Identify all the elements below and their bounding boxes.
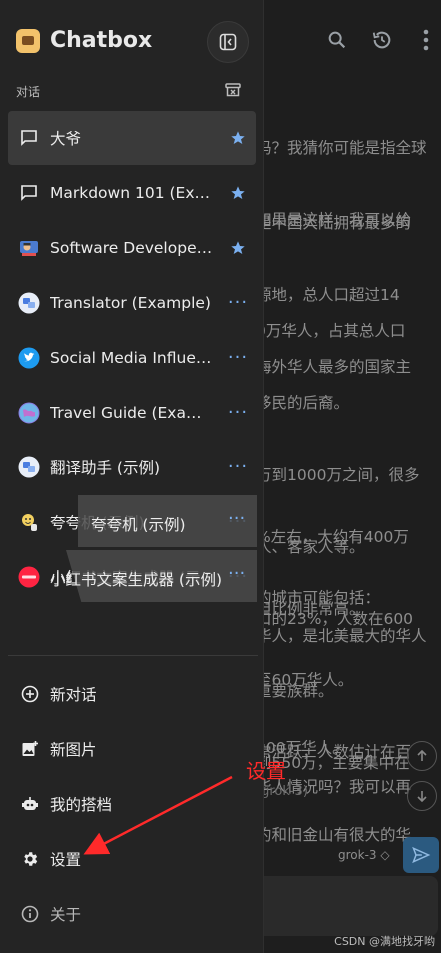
annotation-arrow xyxy=(83,775,233,855)
